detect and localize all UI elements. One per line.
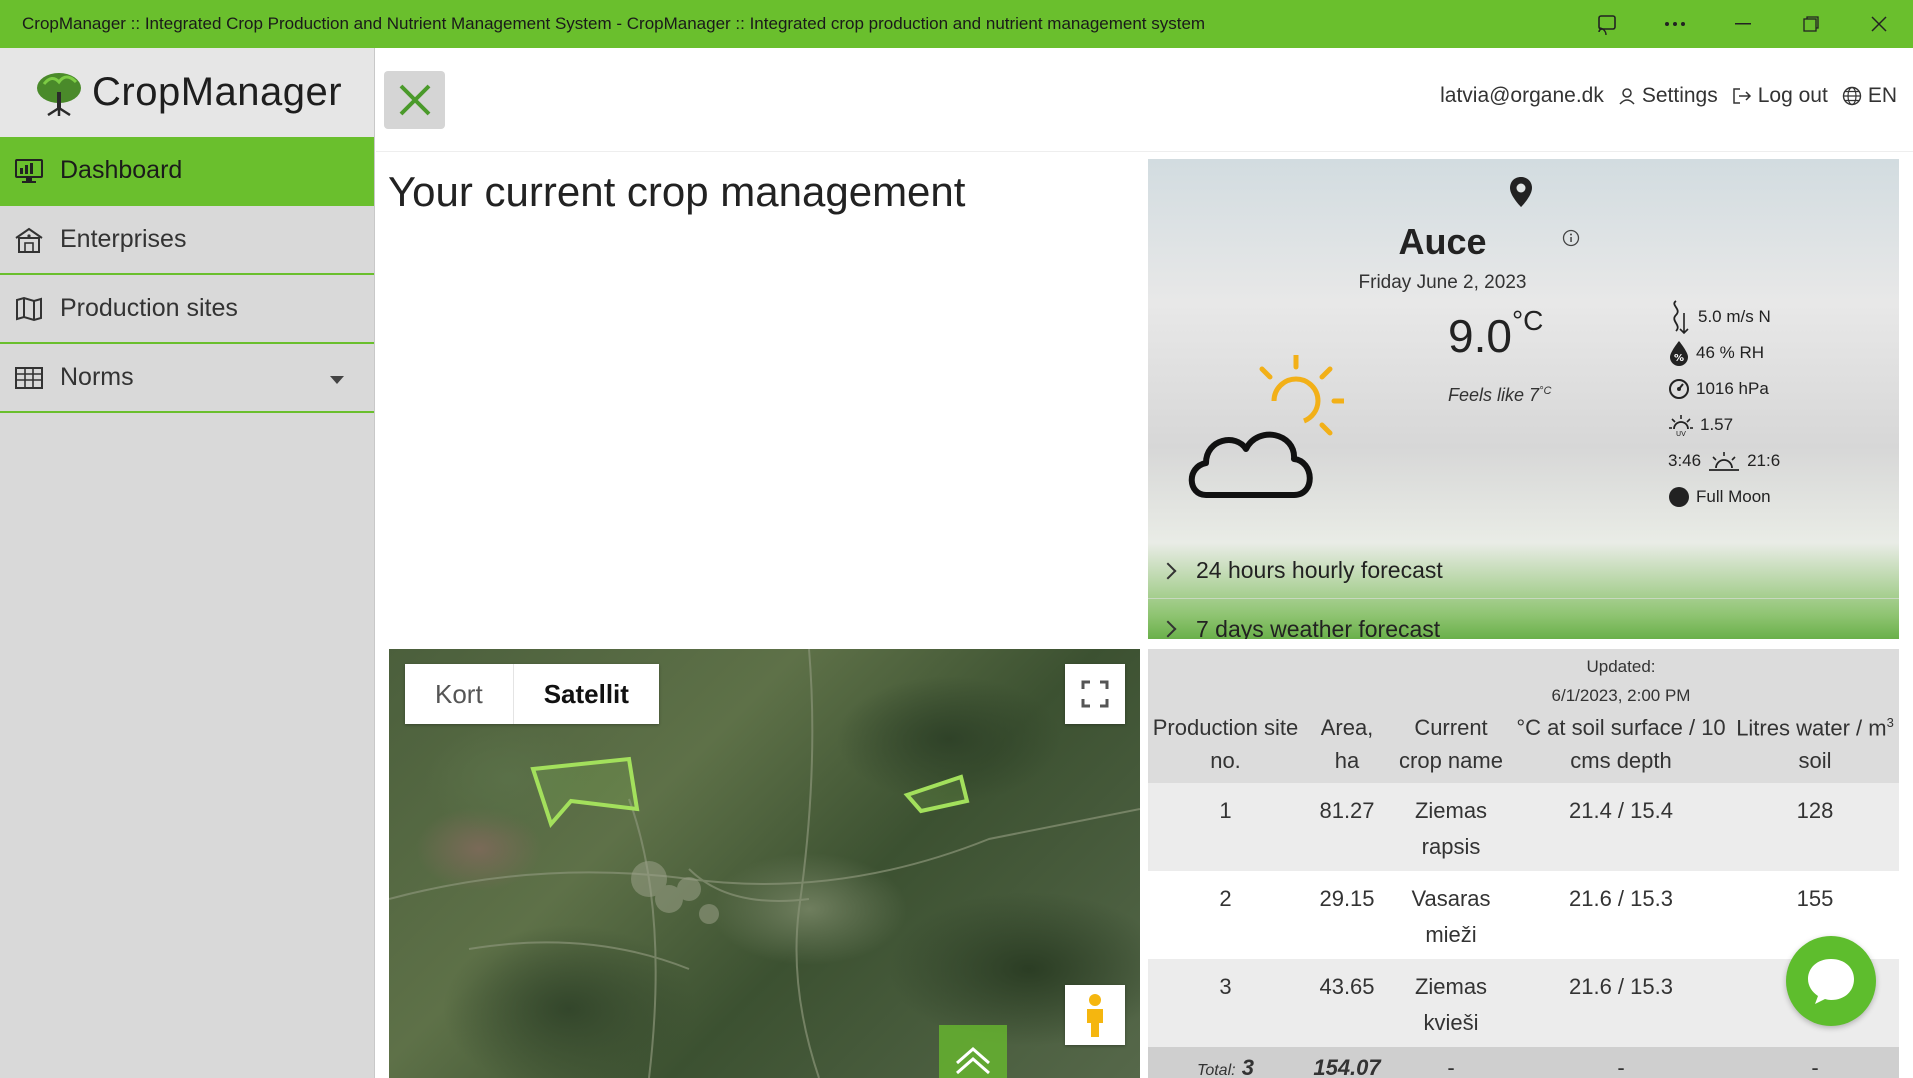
partly-cloudy-icon bbox=[1188, 355, 1344, 498]
fullscreen-button[interactable] bbox=[1065, 664, 1125, 724]
globe-icon bbox=[1842, 86, 1862, 106]
user-icon bbox=[1619, 88, 1635, 105]
total-area: 154.07 bbox=[1313, 1055, 1381, 1078]
humidity-icon: % bbox=[1670, 341, 1688, 366]
sunrise-value: 3:46 bbox=[1668, 451, 1702, 470]
col-soil-temp: Updated: 6/1/2023, 2:00 PM °C at soil su… bbox=[1511, 649, 1731, 783]
moon-icon bbox=[1669, 487, 1689, 507]
farm-icon bbox=[15, 227, 43, 253]
page-title: Your current crop management bbox=[388, 168, 966, 215]
settings-link[interactable]: Settings bbox=[1618, 84, 1718, 108]
weather-temperature: 9.0°C bbox=[1448, 305, 1544, 362]
dashboard-icon bbox=[15, 158, 43, 183]
svg-text:UV: UV bbox=[1676, 430, 1686, 437]
location-pin-icon bbox=[1510, 177, 1532, 207]
chat-bubble-icon bbox=[1808, 959, 1854, 1004]
weather-city: Auce bbox=[1398, 221, 1487, 262]
map-type-tabs: Kort Satellit bbox=[405, 664, 659, 724]
tab-map[interactable]: Kort bbox=[405, 664, 513, 724]
sidebar-item-label: Norms bbox=[60, 363, 134, 391]
more-icon[interactable] bbox=[1641, 0, 1709, 48]
settings-label: Settings bbox=[1641, 84, 1718, 107]
close-menu-button[interactable] bbox=[384, 71, 445, 129]
col-crop-name: Current crop name bbox=[1391, 649, 1511, 783]
col-area: Area, ha bbox=[1303, 649, 1391, 783]
sidebar-item-production-sites[interactable]: Production sites bbox=[0, 275, 374, 344]
wind-value: 5.0 m/s N bbox=[1698, 307, 1771, 326]
language-selector[interactable]: EN bbox=[1842, 84, 1897, 108]
forecast-24h-label: 24 hours hourly forecast bbox=[1196, 557, 1443, 583]
uv-value: 1.57 bbox=[1700, 415, 1734, 434]
humidity-value: 46 % RH bbox=[1696, 343, 1765, 362]
language-label: EN bbox=[1867, 84, 1897, 107]
table-row[interactable]: 2 29.15 Vasaras mieži 21.6 / 15.3 155 bbox=[1148, 871, 1899, 959]
sidebar-item-norms[interactable]: Norms bbox=[0, 344, 374, 413]
app-logo[interactable]: CropManager bbox=[0, 48, 374, 137]
satellite-map[interactable]: Kort Satellit bbox=[389, 649, 1140, 1078]
scroll-up-handle bbox=[939, 1025, 1007, 1078]
sidebar-item-label: Dashboard bbox=[60, 156, 183, 184]
production-sites-table: Production site no. Area, ha Current cro… bbox=[1148, 649, 1899, 1078]
info-icon[interactable] bbox=[1562, 229, 1580, 247]
wind-icon bbox=[1673, 300, 1689, 335]
table-total-row: Total: 3 154.07 - - - bbox=[1148, 1047, 1899, 1078]
total-count: 3 bbox=[1241, 1055, 1254, 1078]
pegman-icon bbox=[1087, 994, 1103, 1037]
chevron-right-icon bbox=[1159, 620, 1177, 638]
table-row[interactable]: 1 81.27 Ziemas rapsis 21.4 / 15.4 128 bbox=[1148, 783, 1899, 871]
forecast-7d-label: 7 days weather forecast bbox=[1196, 615, 1441, 640]
fullscreen-icon bbox=[1081, 680, 1109, 708]
updated-label: Updated: bbox=[1586, 657, 1656, 676]
moon-phase: Full Moon bbox=[1696, 487, 1771, 506]
sidebar-item-dashboard[interactable]: Dashboard bbox=[0, 137, 374, 206]
forecast-24h-toggle[interactable]: 24 hours hourly forecast bbox=[1148, 543, 1899, 599]
tab-satellite[interactable]: Satellit bbox=[512, 664, 659, 724]
logout-icon bbox=[1732, 88, 1751, 104]
minimize-icon[interactable] bbox=[1709, 0, 1777, 48]
cast-icon[interactable] bbox=[1573, 0, 1641, 48]
window-titlebar: CropManager :: Integrated Crop Productio… bbox=[0, 0, 1913, 48]
logout-link[interactable]: Log out bbox=[1732, 84, 1828, 108]
brand-name: CropManager bbox=[92, 70, 343, 114]
window-title: CropManager :: Integrated Crop Productio… bbox=[22, 14, 1206, 33]
sidebar-item-label: Enterprises bbox=[60, 225, 187, 253]
forecast-7d-toggle[interactable]: 7 days weather forecast bbox=[1148, 601, 1899, 639]
chevron-right-icon bbox=[1159, 562, 1177, 579]
logout-label: Log out bbox=[1757, 84, 1828, 107]
col-soil-water: Litres water / m3 soil bbox=[1731, 649, 1899, 783]
tree-logo-icon bbox=[37, 72, 81, 116]
chat-button[interactable] bbox=[1786, 936, 1876, 1026]
maximize-icon[interactable] bbox=[1777, 0, 1845, 48]
pressure-value: 1016 hPa bbox=[1696, 379, 1769, 398]
map-icon bbox=[16, 296, 42, 321]
top-header: latvia@organe.dk Settings Log out EN bbox=[376, 48, 1913, 152]
street-view-pegman[interactable] bbox=[1065, 985, 1125, 1045]
field-boundary-1 bbox=[530, 756, 640, 828]
weather-stats: 5.0 m/s N % 46 % RH 1016 hPa UV 1.57 3:4… bbox=[1668, 299, 1780, 515]
table-icon bbox=[15, 366, 43, 389]
col-site-no: Production site no. bbox=[1148, 649, 1303, 783]
close-x-icon bbox=[399, 84, 430, 116]
weather-feels-like: Feels like 7°C bbox=[1448, 385, 1552, 405]
sunrise-sunset-icon bbox=[1709, 452, 1740, 471]
close-icon[interactable] bbox=[1845, 0, 1913, 48]
sunset-value: 21:6 bbox=[1747, 451, 1781, 470]
chevron-down-icon[interactable] bbox=[330, 376, 344, 384]
user-email[interactable]: latvia@organe.dk bbox=[1440, 84, 1604, 108]
field-boundary-2 bbox=[903, 774, 970, 814]
svg-text:%: % bbox=[1674, 353, 1684, 364]
uv-index-icon: UV bbox=[1669, 415, 1693, 437]
updated-value: 6/1/2023, 2:00 PM bbox=[1551, 686, 1691, 705]
pressure-gauge-icon bbox=[1669, 379, 1689, 399]
sidebar-item-label: Production sites bbox=[60, 294, 238, 322]
sidebar-item-enterprises[interactable]: Enterprises bbox=[0, 206, 374, 275]
sidebar: CropManager Dashboard Enterprises Produc… bbox=[0, 48, 375, 1078]
weather-widget: Auce Friday June 2, 2023 9.0°C Feels lik… bbox=[1148, 159, 1899, 639]
weather-date: Friday June 2, 2023 bbox=[1358, 272, 1527, 293]
